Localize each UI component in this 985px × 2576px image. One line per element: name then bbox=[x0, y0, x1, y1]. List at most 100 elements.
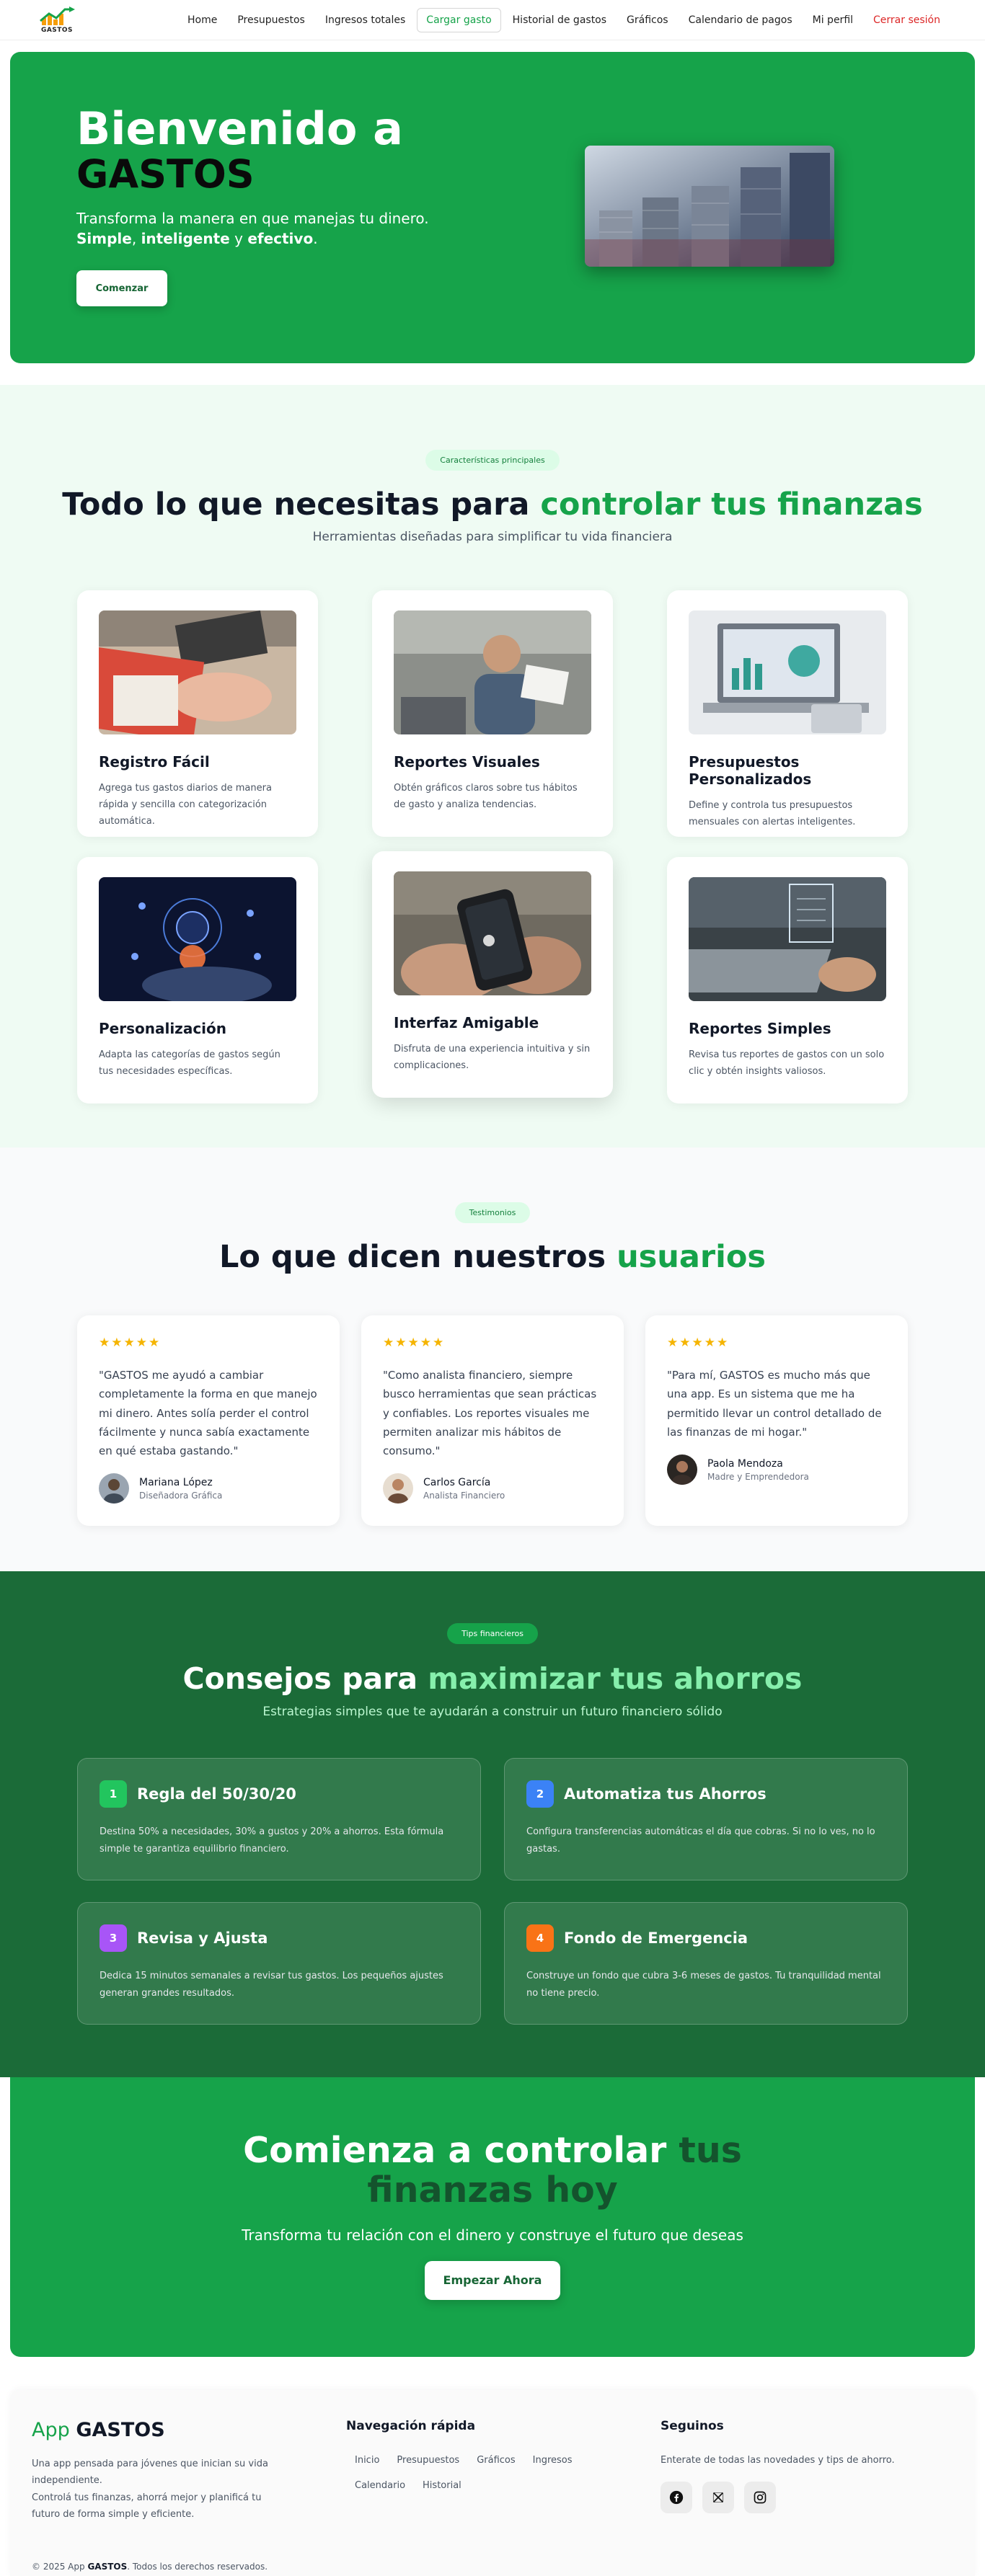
testimonial-author: Carlos García Analista Financiero bbox=[383, 1473, 602, 1504]
tip-desc: Configura transferencias automáticas el … bbox=[526, 1826, 875, 1855]
footer-link-ingresos[interactable]: Ingresos bbox=[524, 2452, 581, 2469]
hero-title: Bienvenido a bbox=[76, 102, 403, 155]
copyright-pre: © 2025 App bbox=[32, 2562, 88, 2572]
tip-number-badge: 2 bbox=[526, 1780, 554, 1808]
footer-link-inicio[interactable]: Inicio bbox=[346, 2452, 388, 2469]
ai-hand-art bbox=[99, 877, 296, 1001]
footer-desc-line: Controlá tus finanzas, ahorrá mejor y pl… bbox=[32, 2492, 262, 2521]
logo-chart-icon bbox=[40, 6, 75, 25]
footer-brand: App GASTOS bbox=[32, 2419, 346, 2441]
footer-follow-heading: Seguinos bbox=[661, 2419, 724, 2433]
footer-brand-plain: App bbox=[32, 2419, 76, 2441]
feature-desc: Agrega tus gastos diarios de manera rápi… bbox=[99, 783, 272, 827]
feature-card: Interfaz Amigable Disfruta de una experi… bbox=[372, 851, 613, 1098]
testimonials-grid: ★★★★★ "GASTOS me ayudó a cambiar complet… bbox=[77, 1315, 908, 1526]
avatar bbox=[383, 1473, 413, 1504]
tips-badge: Tips financieros bbox=[447, 1623, 538, 1644]
testimonials-title-accent: usuarios bbox=[617, 1239, 766, 1275]
feature-desc: Define y controla tus presupuestos mensu… bbox=[689, 800, 856, 827]
tips-title-accent: maximizar tus ahorros bbox=[428, 1661, 803, 1696]
hero-tagline-efectivo: efectivo bbox=[247, 230, 314, 248]
testimonial-author: Mariana López Diseñadora Gráfica bbox=[99, 1473, 318, 1504]
rating-stars: ★★★★★ bbox=[99, 1336, 162, 1350]
copyright-brand: GASTOS bbox=[87, 2562, 128, 2572]
instagram-icon[interactable] bbox=[744, 2482, 776, 2513]
x-icon[interactable] bbox=[702, 2482, 734, 2513]
tip-head: 2 Automatiza tus Ahorros bbox=[526, 1780, 885, 1808]
logo-text: GASTOS bbox=[40, 26, 74, 34]
hero-content: Bienvenido a GASTOS Transforma la manera… bbox=[76, 102, 480, 307]
tips-grid: 1 Regla del 50/30/20 Destina 50% a neces… bbox=[77, 1758, 908, 2025]
footer-brand-bold: GASTOS bbox=[76, 2419, 165, 2441]
tips-section: Tips financieros Consejos para maximizar… bbox=[0, 1571, 985, 2077]
tip-card: 1 Regla del 50/30/20 Destina 50% a neces… bbox=[77, 1758, 481, 1880]
nav-historial-de-gastos[interactable]: Historial de gastos bbox=[504, 9, 615, 32]
comenzar-button[interactable]: Comenzar bbox=[76, 270, 167, 307]
phone-hands-art bbox=[394, 871, 591, 995]
rating-stars: ★★★★★ bbox=[383, 1336, 446, 1350]
footer-desc-line: Una app pensada para jóvenes que inician… bbox=[32, 2459, 268, 2487]
tip-title: Fondo de Emergencia bbox=[564, 1929, 748, 1947]
nav-calendario-de-pagos[interactable]: Calendario de pagos bbox=[680, 9, 801, 32]
testimonials-title: Lo que dicen nuestros usuarios bbox=[0, 1239, 985, 1275]
facebook-icon[interactable] bbox=[661, 2482, 692, 2513]
tip-desc: Construye un fondo que cubra 3-6 meses d… bbox=[526, 1971, 881, 1999]
nav-home[interactable]: Home bbox=[179, 9, 226, 32]
hero-coins-image bbox=[585, 146, 834, 267]
nav-ingresos-totales[interactable]: Ingresos totales bbox=[317, 9, 414, 32]
features-subtitle: Herramientas diseñadas para simplificar … bbox=[312, 530, 673, 544]
author-info: Mariana López Diseñadora Gráfica bbox=[139, 1477, 222, 1501]
nav-presupuestos[interactable]: Presupuestos bbox=[229, 9, 313, 32]
footer-wrapper: App GASTOS Una app pensada para jóvenes … bbox=[0, 2357, 985, 2576]
navbar: GASTOS Home Presupuestos Ingresos totale… bbox=[0, 0, 985, 40]
testimonial-card: ★★★★★ "GASTOS me ayudó a cambiar complet… bbox=[77, 1315, 340, 1526]
testimonial-card: ★★★★★ "Para mí, GASTOS es mucho más que … bbox=[645, 1315, 908, 1526]
nav-mi-perfil[interactable]: Mi perfil bbox=[804, 9, 862, 32]
testimonial-quote: "GASTOS me ayudó a cambiar completamente… bbox=[99, 1369, 317, 1457]
footer-link-historial[interactable]: Historial bbox=[414, 2477, 470, 2494]
feature-title: Reportes Simples bbox=[689, 1020, 831, 1037]
reportes-simples-image bbox=[689, 877, 886, 1001]
cta-section: Comienza a controlar tus finanzas hoy Tr… bbox=[10, 2077, 975, 2357]
testimonial-quote: "Como analista financiero, siempre busco… bbox=[383, 1369, 597, 1457]
nav-cargar-gasto[interactable]: Cargar gasto bbox=[417, 7, 501, 32]
author-role: Diseñadora Gráfica bbox=[139, 1490, 223, 1501]
footer-link-calendario[interactable]: Calendario bbox=[346, 2477, 414, 2494]
feature-desc: Obtén gráficos claros sobre tus hábitos … bbox=[394, 783, 578, 810]
footer-link-presupuestos[interactable]: Presupuestos bbox=[388, 2452, 468, 2469]
tip-number-badge: 1 bbox=[100, 1780, 127, 1808]
hero-brand-title: GASTOS bbox=[76, 151, 255, 197]
features-title-accent: controlar tus finanzas bbox=[540, 487, 923, 523]
testimonial-author: Paola Mendoza Madre y Emprendedora bbox=[667, 1454, 886, 1485]
footer-link-graficos[interactable]: Gráficos bbox=[468, 2452, 524, 2469]
registro-facil-image bbox=[99, 610, 296, 734]
features-title: Todo lo que necesitas para controlar tus… bbox=[0, 487, 985, 523]
footer-nav-heading: Navegación rápida bbox=[346, 2419, 476, 2433]
logout-link[interactable]: Cerrar sesión bbox=[865, 9, 949, 32]
nav-graficos[interactable]: Gráficos bbox=[618, 9, 677, 32]
feature-title: Registro Fácil bbox=[99, 753, 210, 770]
tip-card: 2 Automatiza tus Ahorros Configura trans… bbox=[504, 1758, 908, 1880]
feature-title: Interfaz Amigable bbox=[394, 1014, 539, 1031]
tip-title: Regla del 50/30/20 bbox=[137, 1785, 296, 1803]
author-info: Carlos García Analista Financiero bbox=[423, 1477, 505, 1501]
tips-title-plain: Consejos para bbox=[182, 1661, 428, 1696]
footer-description: Una app pensada para jóvenes que inician… bbox=[32, 2456, 277, 2523]
feature-card: Reportes Visuales Obtén gráficos claros … bbox=[372, 590, 613, 837]
cta-subtitle: Transforma tu relación con el dinero y c… bbox=[242, 2226, 743, 2244]
footer-columns: App GASTOS Una app pensada para jóvenes … bbox=[32, 2419, 953, 2523]
tips-title: Consejos para maximizar tus ahorros bbox=[0, 1661, 985, 1696]
personalizacion-image bbox=[99, 877, 296, 1001]
feature-card: Registro Fácil Agrega tus gastos diarios… bbox=[77, 590, 318, 837]
empezar-ahora-button[interactable]: Empezar Ahora bbox=[425, 2260, 560, 2300]
hero-tagline-sep: , bbox=[131, 230, 141, 248]
tip-desc: Destina 50% a necesidades, 30% a gustos … bbox=[100, 1826, 444, 1855]
man-laptop-art bbox=[394, 610, 591, 734]
cta-title: Comienza a controlar tus finanzas hoy bbox=[218, 2131, 767, 2211]
logo[interactable]: GASTOS bbox=[37, 6, 76, 34]
author-name: Carlos García bbox=[423, 1476, 491, 1488]
feature-card: Reportes Simples Revisa tus reportes de … bbox=[667, 857, 908, 1103]
avatar bbox=[667, 1454, 697, 1485]
hero-tagline-simple: Simple bbox=[76, 230, 132, 248]
hero-subtitle: Transforma la manera en que manejas tu d… bbox=[76, 210, 429, 228]
